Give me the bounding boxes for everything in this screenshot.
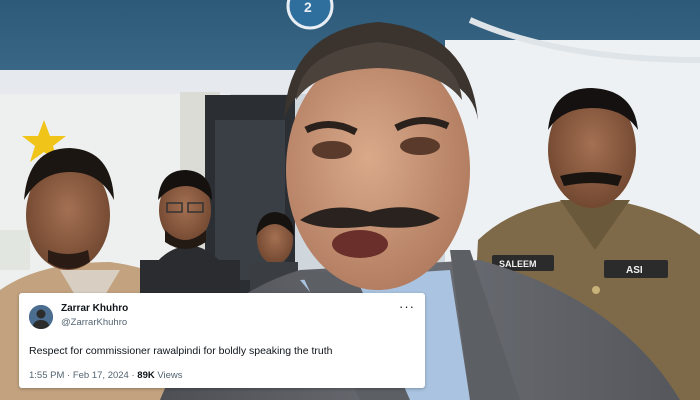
views-count: 89K — [137, 370, 155, 381]
avatar-person-icon — [29, 305, 53, 329]
views-label: Views — [157, 370, 183, 381]
tweet-time[interactable]: 1:55 PM — [29, 370, 64, 381]
tweet-meta: 1:55 PM · Feb 17, 2024 · 89K Views — [29, 370, 183, 381]
meta-separator: · — [131, 370, 135, 381]
tweet-text: Respect for commissioner rawalpindi for … — [29, 345, 333, 357]
meta-separator: · — [67, 370, 71, 381]
tweet-date[interactable]: Feb 17, 2024 — [73, 370, 129, 381]
rank-badge: ASI — [626, 265, 643, 276]
author-name[interactable]: Zarrar Khuhro — [61, 303, 128, 314]
avatar[interactable] — [29, 305, 53, 329]
svg-text:2: 2 — [304, 0, 312, 15]
author-handle[interactable]: @ZarrarKhuhro — [61, 317, 127, 328]
name-badge: SALEEM — [499, 259, 537, 269]
more-horizontal-icon[interactable]: ··· — [399, 300, 415, 313]
tweet-card[interactable]: Zarrar Khuhro @ZarrarKhuhro ··· Respect … — [19, 293, 425, 388]
